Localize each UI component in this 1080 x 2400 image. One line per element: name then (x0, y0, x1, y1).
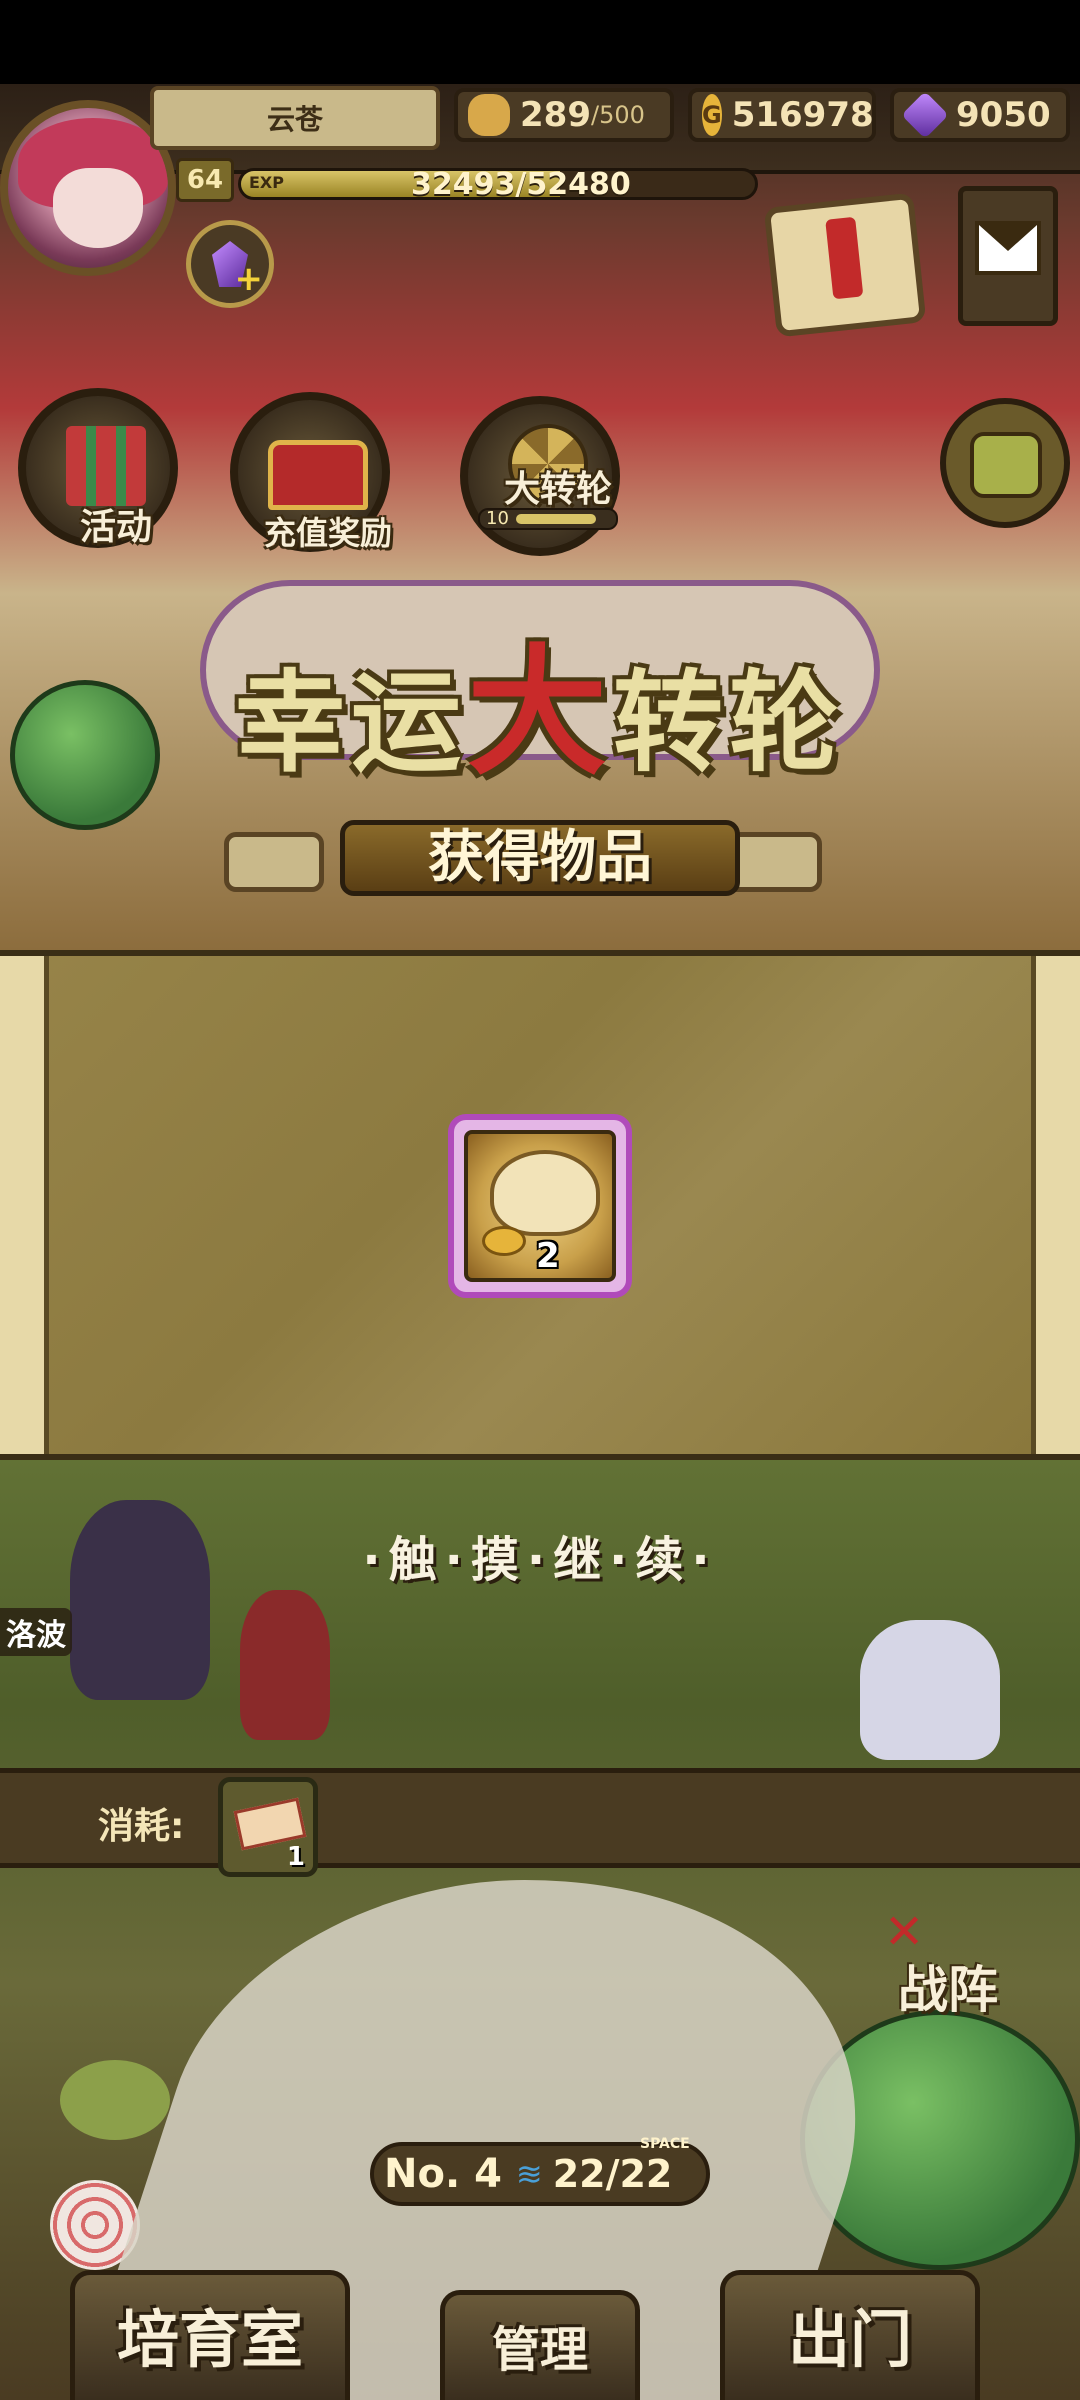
wheel-label: 大转轮 (503, 469, 612, 510)
backpack-button[interactable] (940, 398, 1070, 528)
consume-label: 消耗: (98, 1806, 185, 1847)
bread-value: 289 (520, 95, 591, 135)
reward-item-slot[interactable]: 2 (448, 1114, 632, 1298)
exp-bar: EXP 32493/52480 (238, 168, 758, 200)
waves-icon: ≋ (515, 2155, 543, 2193)
panel-left-edge (0, 956, 44, 1454)
recharge-label: 充值奖励 (263, 514, 392, 552)
bread-icon (468, 94, 510, 136)
character-name: 洛波 (0, 1608, 72, 1656)
exclamation-icon (825, 216, 864, 300)
touch-to-continue[interactable]: ·触·摸·继·续· (240, 1520, 840, 1590)
exp-label: EXP (249, 173, 284, 192)
formation-label: 战阵 (898, 1961, 998, 2019)
reward-panel[interactable]: 2 (0, 950, 1080, 1460)
character-figure (240, 1590, 330, 1740)
events-label: 活动 (79, 507, 152, 548)
wheel-exp-fill (516, 514, 596, 524)
gift-icon (66, 426, 146, 506)
wheel-level-bar: 10 (478, 508, 618, 530)
wheel-level: 10 (486, 508, 509, 529)
crossed-swords-icon: ✕ (884, 1904, 925, 1960)
consume-bar: 消耗: 1 (0, 1768, 1080, 1877)
ticket-count: 1 (286, 1842, 305, 1872)
purple-gem-icon (901, 91, 949, 139)
gem-resource[interactable]: 9050 (890, 88, 1070, 142)
exp-value: 32493/52480 (411, 168, 631, 200)
banner-title: 幸运大转轮 (170, 600, 910, 802)
player-level: 64 (176, 158, 234, 202)
character-figure (860, 1620, 1000, 1760)
gold-coin-icon: G (702, 94, 722, 136)
events-button[interactable]: 活动 (18, 388, 178, 548)
wheel-ticket-slot[interactable]: 1 (218, 1777, 318, 1877)
bread-max: /500 (590, 101, 645, 129)
exit-button[interactable]: 出门 (720, 2270, 980, 2400)
room-number: No. 4 (384, 2151, 502, 2197)
treasure-chest-icon (268, 440, 368, 510)
envelope-icon (975, 221, 1041, 275)
nest-decoration (60, 2060, 170, 2140)
obtained-items-title: 获得物品 (340, 820, 740, 896)
manage-button[interactable]: 管理 (440, 2290, 640, 2400)
banner-title-part2: 转轮 (613, 659, 845, 787)
nursery-button[interactable]: 培育室 (70, 2270, 350, 2400)
player-name: 云苍 (150, 86, 440, 150)
reward-item-count: 2 (536, 1236, 560, 1276)
gem-value: 9050 (956, 95, 1051, 135)
lucky-wheel-button[interactable]: 大转轮 10 (460, 396, 620, 556)
bread-resource[interactable]: 289 /500 (454, 88, 674, 142)
recharge-reward-button[interactable]: 充值奖励 (230, 392, 392, 552)
subtitle-left-plate (224, 832, 324, 892)
gold-bag-icon: 2 (464, 1130, 616, 1282)
space-tag: SPACE (640, 2136, 690, 2152)
status-bar (0, 0, 1080, 84)
lucky-wheel-banner: 幸运大转轮 (170, 560, 910, 820)
banner-title-part1: 幸运 (234, 659, 467, 787)
quest-button[interactable] (763, 192, 927, 338)
formation-button[interactable]: ✕ 战阵 (880, 1900, 1060, 2019)
backpack-icon (970, 432, 1042, 498)
gold-resource[interactable]: G 516978 (688, 88, 876, 142)
plus-icon: + (234, 259, 264, 299)
gold-value: 516978 (731, 95, 874, 135)
coins-shape (482, 1226, 526, 1256)
banner-title-big: 大 (466, 632, 613, 795)
buy-gems-button[interactable]: + (186, 220, 274, 308)
tree-decoration (10, 680, 160, 830)
room-space: 22/22 (552, 2152, 673, 2196)
sack-shape (490, 1150, 600, 1236)
panel-right-edge (1036, 956, 1080, 1454)
mail-button[interactable] (958, 186, 1058, 326)
avatar-face (53, 168, 143, 248)
character-figure (70, 1500, 210, 1700)
